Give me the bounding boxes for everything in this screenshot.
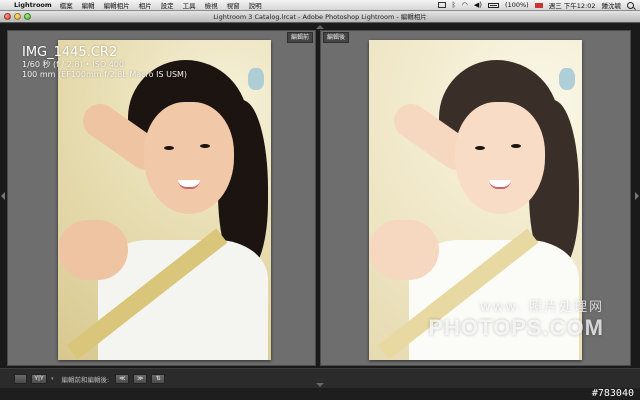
after-pane[interactable]: 編輯後 www. 照片处理网 PHOTOPS.COM <box>320 30 631 366</box>
eye-shape <box>511 144 521 148</box>
face-shape <box>455 102 545 214</box>
window-controls <box>4 13 31 20</box>
before-label: 編輯前 <box>286 32 313 43</box>
bottom-toolbar: Y|Y ▾ 編輯前和編輯後: ≪ ≫ ⇅ <box>0 368 640 388</box>
menu-bar: Lightroom 檔案 編輯 編輯相片 相片 設定 工具 檢視 視窗 說明 ᛒ… <box>0 0 640 11</box>
eye-shape <box>164 146 174 150</box>
zoom-window-button[interactable] <box>24 13 31 20</box>
photo-exposure: 1/60 秒 (f / 2.8) • ISO 400 <box>22 60 124 69</box>
menu-file[interactable]: 檔案 <box>60 0 73 10</box>
show-right-panel-arrow-icon[interactable] <box>635 192 639 200</box>
face-shape <box>144 102 234 214</box>
flag-icon[interactable] <box>534 2 543 8</box>
menu-view[interactable]: 檢視 <box>205 0 218 10</box>
image-id-label: #783040 <box>591 388 634 399</box>
menu-help[interactable]: 說明 <box>249 0 262 10</box>
wifi-icon[interactable]: ◠ <box>462 1 468 9</box>
copy-after-to-before-button[interactable]: ≫ <box>133 373 148 384</box>
shoulder-shape <box>369 220 439 280</box>
bluetooth-icon[interactable]: ᛒ <box>452 1 456 9</box>
hair-ornament-shape <box>248 68 264 90</box>
hair-ornament-shape <box>559 68 575 90</box>
compare-workspace: 編輯前 IMG_1445.CR2 1/60 秒 (f / 2.8) • ISO … <box>0 24 640 368</box>
battery-icon[interactable] <box>488 2 500 8</box>
window-title-bar: Lightroom 3 Catalog.lrcat - Adobe Photos… <box>0 11 640 23</box>
swap-before-after-button[interactable]: ⇅ <box>151 373 166 384</box>
before-pane[interactable]: 編輯前 IMG_1445.CR2 1/60 秒 (f / 2.8) • ISO … <box>7 30 316 366</box>
footer-bar: #783040 <box>0 388 640 400</box>
menu-app-name[interactable]: Lightroom <box>14 1 52 9</box>
clock[interactable]: 週三 下午12:02 <box>549 0 596 10</box>
menu-window[interactable]: 視窗 <box>227 0 240 10</box>
close-window-button[interactable] <box>4 13 11 20</box>
menu-develop[interactable]: 編輯相片 <box>104 0 130 10</box>
before-photo[interactable] <box>58 40 271 360</box>
minimize-window-button[interactable] <box>14 13 21 20</box>
user-name[interactable]: 鍾沈毓 <box>602 0 622 10</box>
status-area: ᛒ ◠ ◀) (100%) 週三 下午12:02 鍾沈毓 <box>437 0 640 10</box>
battery-percent: (100%) <box>505 1 529 9</box>
photo-lens: 100 mm (EF100mm f/2.8L Macro IS USM) <box>22 70 188 79</box>
menu-photo[interactable]: 相片 <box>139 0 152 10</box>
watermark: www. 照片处理网 PHOTOPS.COM <box>428 296 604 341</box>
compare-view-button[interactable]: Y|Y <box>31 373 47 384</box>
display-icon[interactable] <box>437 2 446 8</box>
watermark-brand: PHOTOPS.COM <box>428 315 604 340</box>
eye-shape <box>475 146 485 150</box>
after-label: 編輯後 <box>323 32 350 43</box>
eye-shape <box>200 144 210 148</box>
loupe-view-button[interactable] <box>14 373 27 384</box>
menu-tools[interactable]: 工具 <box>183 0 196 10</box>
show-filmstrip-arrow-icon[interactable] <box>316 383 324 387</box>
watermark-site: www. 照片处理网 <box>480 300 604 315</box>
menu-settings[interactable]: 設定 <box>161 0 174 10</box>
spotlight-search-icon[interactable] <box>627 1 634 9</box>
menu-edit[interactable]: 編輯 <box>82 0 95 10</box>
compare-mode-dropdown-icon[interactable]: ▾ <box>51 376 54 382</box>
show-top-panel-arrow-icon[interactable] <box>316 25 324 29</box>
show-left-panel-arrow-icon[interactable] <box>1 192 5 200</box>
photo-info-overlay: IMG_1445.CR2 1/60 秒 (f / 2.8) • ISO 400 … <box>22 45 187 80</box>
window-title: Lightroom 3 Catalog.lrcat - Adobe Photos… <box>213 13 427 21</box>
shoulder-shape <box>58 220 128 280</box>
volume-icon[interactable]: ◀) <box>474 1 482 9</box>
photo-filename: IMG_1445.CR2 <box>22 45 118 60</box>
copy-before-to-after-button[interactable]: ≪ <box>115 373 130 384</box>
compare-label: 編輯前和編輯後: <box>61 375 110 384</box>
